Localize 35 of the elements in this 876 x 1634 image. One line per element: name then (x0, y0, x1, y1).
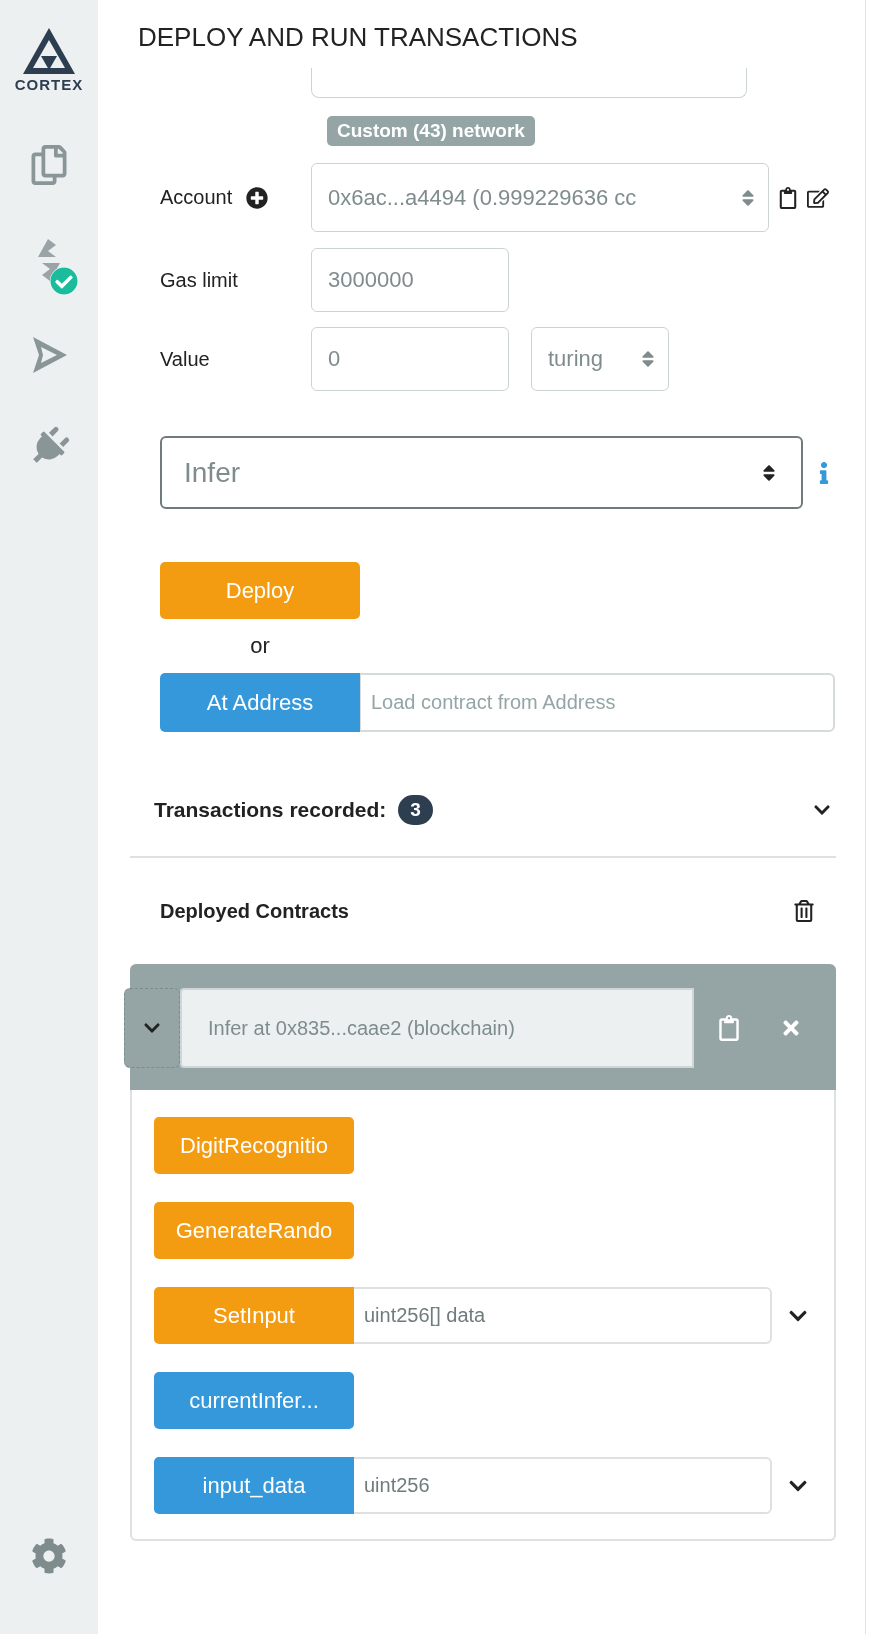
unit-select[interactable]: turing (531, 327, 669, 391)
gas-limit-label: Gas limit (160, 268, 239, 292)
network-badge: Custom (43) network (327, 116, 535, 146)
function-button[interactable]: GenerateRando (154, 1202, 354, 1259)
files-icon[interactable] (29, 145, 69, 185)
function-button[interactable]: currentInfer... (154, 1372, 354, 1429)
function-button[interactable]: SetInput (154, 1287, 354, 1344)
argument-input[interactable]: uint256 (354, 1457, 772, 1514)
edit-icon[interactable] (807, 186, 829, 209)
deploy-button[interactable]: Deploy (160, 562, 360, 619)
gas-limit-field[interactable]: 3000000 (311, 248, 509, 312)
deployed-contracts-title: Deployed Contracts (160, 899, 350, 923)
contract-select[interactable]: Infer (160, 436, 803, 509)
value-field[interactable]: 0 (311, 327, 509, 391)
or-text: or (249, 633, 271, 659)
at-address-button[interactable]: At Address (160, 673, 360, 732)
clipboard-icon (716, 1015, 742, 1041)
clipboard-icon[interactable] (777, 186, 799, 209)
contract-name: Infer at 0x835...caae2 (blockchain) (180, 988, 694, 1068)
trash-icon[interactable] (793, 900, 815, 922)
function-button[interactable]: DigitRecognitio (154, 1117, 354, 1174)
value-label: Value (160, 347, 211, 371)
add-icon[interactable] (246, 186, 269, 209)
expand-toggle[interactable] (124, 988, 180, 1068)
account-select[interactable]: 0x6ac...a4494 (0.999229636 cc (311, 163, 769, 232)
logo-text: CORTEX (14, 76, 84, 93)
transactions-label: Transactions recorded: (154, 798, 387, 822)
address-input[interactable]: Load contract from Address (360, 673, 835, 732)
function-button[interactable]: input_data (154, 1457, 354, 1514)
logo-icon (21, 26, 77, 76)
transactions-count: 3 (398, 795, 433, 825)
panel-title: DEPLOY AND RUN TRANSACTIONS (138, 21, 579, 54)
settings-icon[interactable] (31, 1538, 67, 1574)
argument-input[interactable]: uint256[] data (354, 1287, 772, 1344)
account-label: Account (160, 186, 233, 209)
